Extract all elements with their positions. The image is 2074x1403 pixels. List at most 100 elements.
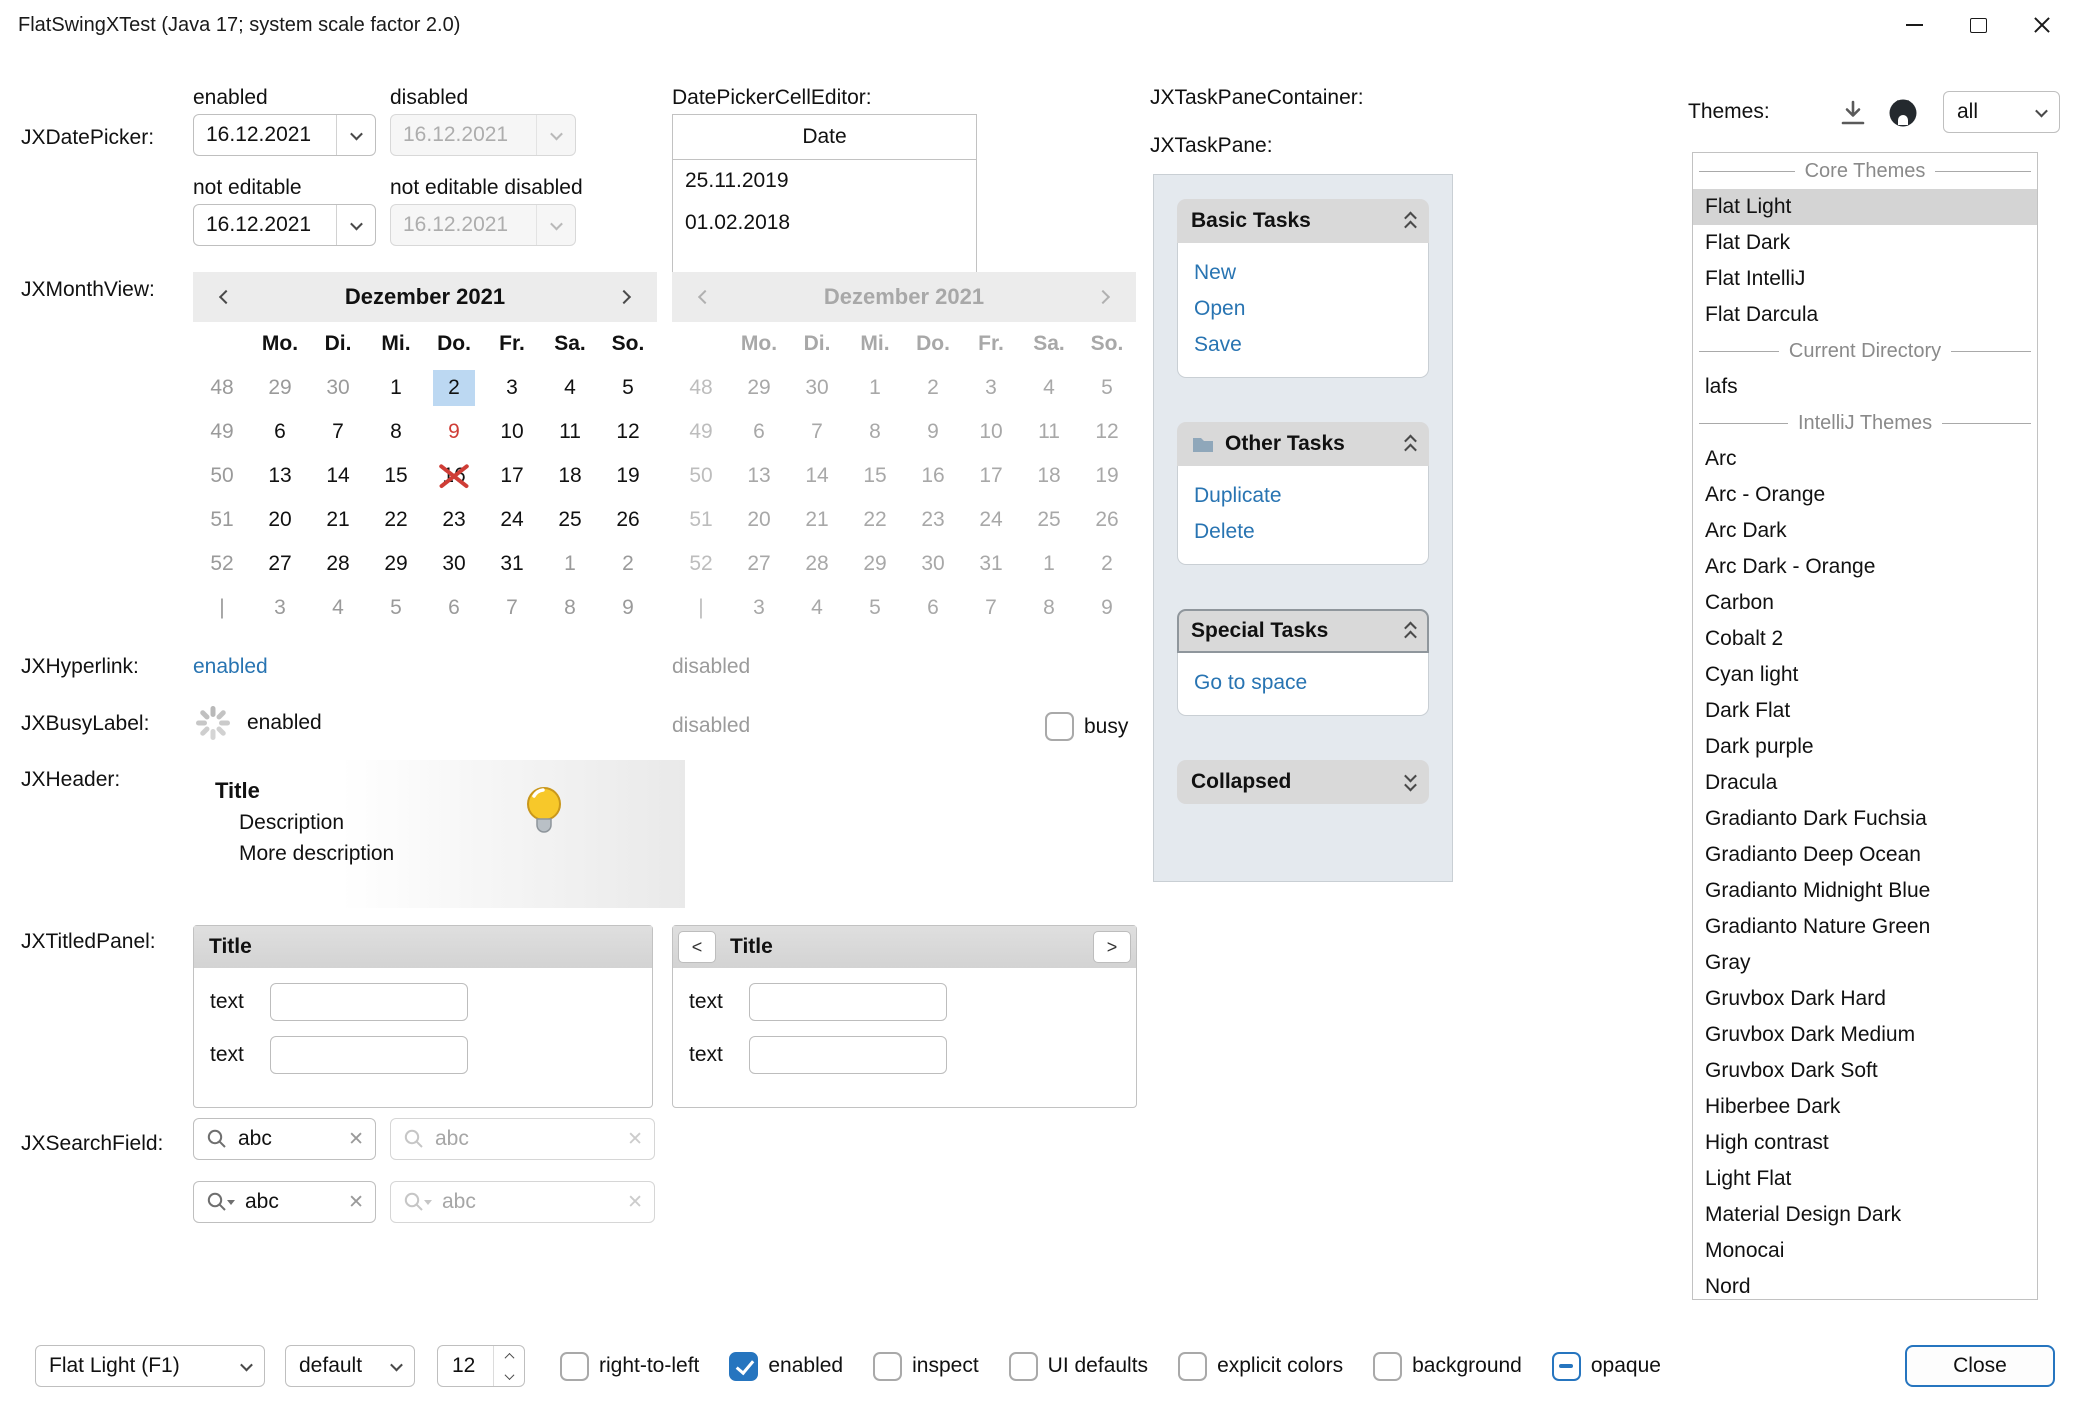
day-cell[interactable]: 22 bbox=[367, 498, 425, 542]
taskpane-link-new[interactable]: New bbox=[1194, 255, 1412, 291]
day-cell[interactable]: 13 bbox=[251, 454, 309, 498]
titled-panel-prev-button[interactable]: < bbox=[678, 931, 716, 963]
datepicker-value[interactable]: 16.12.2021 bbox=[194, 213, 336, 237]
theme-item-light-flat[interactable]: Light Flat bbox=[1693, 1161, 2037, 1197]
day-cell[interactable]: 2 bbox=[425, 366, 483, 410]
theme-item-dark-flat[interactable]: Dark Flat bbox=[1693, 693, 2037, 729]
day-cell[interactable]: 19 bbox=[599, 454, 657, 498]
day-cell[interactable]: 1 bbox=[367, 366, 425, 410]
theme-item-gruvbox-dark-hard[interactable]: Gruvbox Dark Hard bbox=[1693, 981, 2037, 1017]
day-cell[interactable]: 5 bbox=[599, 366, 657, 410]
taskpane-header[interactable]: Other Tasks bbox=[1177, 422, 1429, 466]
theme-item-arc[interactable]: Arc bbox=[1693, 441, 2037, 477]
text-input[interactable] bbox=[749, 1036, 947, 1074]
day-cell[interactable]: 24 bbox=[483, 498, 541, 542]
clear-icon[interactable]: ✕ bbox=[348, 1191, 364, 1214]
day-cell[interactable]: 10 bbox=[483, 410, 541, 454]
taskpane-header[interactable]: Special Tasks bbox=[1177, 609, 1429, 653]
day-cell[interactable]: 28 bbox=[309, 542, 367, 586]
search-field-enabled[interactable]: abc ✕ bbox=[193, 1118, 376, 1160]
theme-item-gradianto-dark-fuchsia[interactable]: Gradianto Dark Fuchsia bbox=[1693, 801, 2037, 837]
taskpane-header[interactable]: Basic Tasks bbox=[1177, 199, 1429, 243]
search-field-with-menu-enabled[interactable]: abc ✕ bbox=[193, 1181, 376, 1223]
day-cell[interactable]: 4 bbox=[309, 586, 367, 630]
day-cell[interactable]: 21 bbox=[309, 498, 367, 542]
theme-item-gradianto-midnight-blue[interactable]: Gradianto Midnight Blue bbox=[1693, 873, 2037, 909]
table-row[interactable]: 25.11.2019 bbox=[673, 160, 976, 202]
day-cell[interactable]: 26 bbox=[599, 498, 657, 542]
day-cell[interactable]: 8 bbox=[367, 410, 425, 454]
day-cell[interactable]: 5 bbox=[367, 586, 425, 630]
checkbox-background[interactable]: background bbox=[1373, 1352, 1522, 1381]
theme-item-arc-orange[interactable]: Arc - Orange bbox=[1693, 477, 2037, 513]
spinner-up-button[interactable] bbox=[494, 1346, 524, 1366]
download-icon[interactable] bbox=[1838, 98, 1868, 128]
taskpane-link-duplicate[interactable]: Duplicate bbox=[1194, 478, 1412, 514]
search-input[interactable]: abc bbox=[245, 1190, 339, 1214]
day-cell[interactable]: 29 bbox=[367, 542, 425, 586]
day-cell[interactable]: 6 bbox=[425, 586, 483, 630]
day-cell[interactable]: 30 bbox=[309, 366, 367, 410]
theme-item-dark-purple[interactable]: Dark purple bbox=[1693, 729, 2037, 765]
day-cell[interactable]: 12 bbox=[599, 410, 657, 454]
titlebar[interactable]: FlatSwingXTest (Java 17; system scale fa… bbox=[0, 0, 2074, 50]
theme-item-gruvbox-dark-medium[interactable]: Gruvbox Dark Medium bbox=[1693, 1017, 2037, 1053]
datepicker-value[interactable]: 16.12.2021 bbox=[194, 123, 336, 147]
day-cell[interactable]: 30 bbox=[425, 542, 483, 586]
day-cell[interactable]: 31 bbox=[483, 542, 541, 586]
checkbox-opaque[interactable]: opaque bbox=[1552, 1352, 1661, 1381]
day-cell[interactable]: 3 bbox=[483, 366, 541, 410]
taskpane-link-go-to-space[interactable]: Go to space bbox=[1194, 665, 1412, 701]
checkbox-busy[interactable]: busy bbox=[1045, 712, 1128, 741]
close-window-button[interactable] bbox=[2010, 0, 2074, 50]
font-combobox[interactable]: default bbox=[285, 1345, 415, 1387]
theme-item-flat-light[interactable]: Flat Light bbox=[1693, 189, 2037, 225]
day-cell[interactable]: 7 bbox=[483, 586, 541, 630]
theme-item-arc-dark-orange[interactable]: Arc Dark - Orange bbox=[1693, 549, 2037, 585]
checkbox-explicit-colors[interactable]: explicit colors bbox=[1178, 1352, 1343, 1381]
theme-item-lafs[interactable]: lafs bbox=[1693, 369, 2037, 405]
day-cell[interactable]: 18 bbox=[541, 454, 599, 498]
day-cell[interactable]: 20 bbox=[251, 498, 309, 542]
prev-month-button[interactable] bbox=[213, 292, 239, 302]
theme-item-flat-dark[interactable]: Flat Dark bbox=[1693, 225, 2037, 261]
theme-item-cyan-light[interactable]: Cyan light bbox=[1693, 657, 2037, 693]
theme-item-gradianto-deep-ocean[interactable]: Gradianto Deep Ocean bbox=[1693, 837, 2037, 873]
checkbox-ui-defaults[interactable]: UI defaults bbox=[1009, 1352, 1148, 1381]
day-cell[interactable]: 4 bbox=[541, 366, 599, 410]
theme-item-gradianto-nature-green[interactable]: Gradianto Nature Green bbox=[1693, 909, 2037, 945]
day-cell[interactable]: 6 bbox=[251, 410, 309, 454]
datepicker-dropdown-button[interactable] bbox=[336, 115, 375, 155]
table-column-header[interactable]: Date bbox=[673, 115, 976, 160]
font-size-spinner[interactable]: 12 bbox=[437, 1345, 525, 1387]
text-input[interactable] bbox=[270, 1036, 468, 1074]
theme-item-flat-intellij[interactable]: Flat IntelliJ bbox=[1693, 261, 2037, 297]
day-cell[interactable]: 27 bbox=[251, 542, 309, 586]
theme-item-material-design-dark[interactable]: Material Design Dark bbox=[1693, 1197, 2037, 1233]
day-cell[interactable]: 8 bbox=[541, 586, 599, 630]
theme-item-dracula[interactable]: Dracula bbox=[1693, 765, 2037, 801]
next-month-button[interactable] bbox=[611, 292, 637, 302]
datepicker-not-editable[interactable]: 16.12.2021 bbox=[193, 204, 376, 246]
theme-item-gruvbox-dark-soft[interactable]: Gruvbox Dark Soft bbox=[1693, 1053, 2037, 1089]
checkbox-enabled[interactable]: enabled bbox=[729, 1352, 843, 1381]
day-cell[interactable]: 1 bbox=[541, 542, 599, 586]
theme-item-carbon[interactable]: Carbon bbox=[1693, 585, 2037, 621]
hyperlink-enabled[interactable]: enabled bbox=[193, 655, 268, 679]
datepicker-celleditor-table[interactable]: Date 25.11.2019 01.02.2018 bbox=[672, 114, 977, 286]
theme-item-high-contrast[interactable]: High contrast bbox=[1693, 1125, 2037, 1161]
text-input[interactable] bbox=[270, 983, 468, 1021]
day-cell[interactable]: 3 bbox=[251, 586, 309, 630]
day-cell[interactable]: 25 bbox=[541, 498, 599, 542]
spinner-value[interactable]: 12 bbox=[438, 1346, 493, 1386]
theme-item-flat-darcula[interactable]: Flat Darcula bbox=[1693, 297, 2037, 333]
close-dialog-button[interactable]: Close bbox=[1905, 1345, 2055, 1387]
day-cell[interactable]: 11 bbox=[541, 410, 599, 454]
themes-filter-combobox[interactable]: all bbox=[1943, 91, 2060, 133]
day-cell[interactable]: 15 bbox=[367, 454, 425, 498]
checkbox-right-to-left[interactable]: right-to-left bbox=[560, 1352, 699, 1381]
taskpane-header[interactable]: Collapsed bbox=[1177, 760, 1429, 804]
taskpane-link-save[interactable]: Save bbox=[1194, 327, 1412, 363]
datepicker-enabled[interactable]: 16.12.2021 bbox=[193, 114, 376, 156]
theme-item-hiberbee-dark[interactable]: Hiberbee Dark bbox=[1693, 1089, 2037, 1125]
